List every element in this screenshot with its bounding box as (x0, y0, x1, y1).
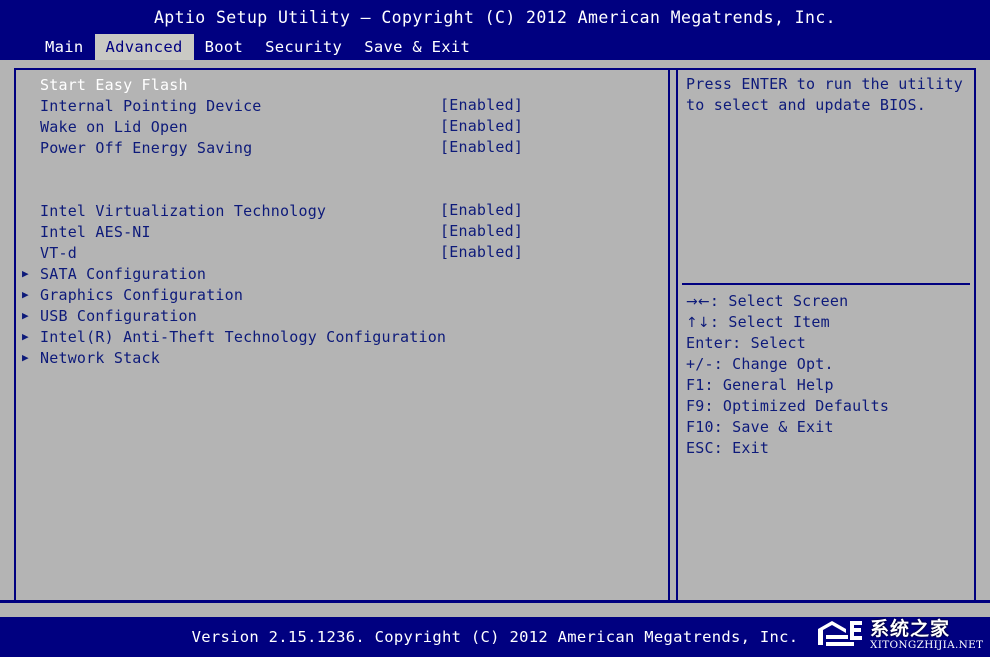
settings-row-label: Intel AES-NI (40, 222, 151, 241)
arrow-keys-icon: ↑↓ (686, 315, 710, 331)
settings-row-label: Intel Virtualization Technology (40, 201, 327, 220)
key-legend-text: F9: Optimized Defaults (686, 397, 890, 415)
settings-row-label: VT-d (40, 243, 77, 262)
key-legend-line: ESC: Exit (686, 438, 970, 459)
footer-bar: Version 2.15.1236. Copyright (C) 2012 Am… (0, 617, 990, 657)
key-legend-text: ESC: Exit (686, 439, 770, 457)
key-legend-line: F10: Save & Exit (686, 417, 970, 438)
settings-row[interactable]: Start Easy Flash (22, 74, 662, 95)
pane-divider-right (676, 68, 678, 613)
arrow-keys-icon: →← (686, 294, 710, 310)
settings-row-label: Power Off Energy Saving (40, 138, 253, 157)
submenu-arrow-icon: ▶ (22, 288, 29, 301)
key-legend-line: →←: Select Screen (686, 291, 970, 312)
settings-row-label: Network Stack (40, 348, 160, 367)
settings-row-value[interactable]: [Enabled] (440, 137, 523, 158)
settings-row-value[interactable]: [Enabled] (440, 242, 523, 263)
key-legend-line: +/-: Change Opt. (686, 354, 970, 375)
key-legend-text: F1: General Help (686, 376, 834, 394)
key-legend-text: +/-: Change Opt. (686, 355, 834, 373)
submenu-arrow-icon: ▶ (22, 309, 29, 322)
settings-row[interactable]: Intel AES-NI [Enabled] (22, 221, 662, 242)
settings-row[interactable]: ▶ Graphics Configuration (22, 284, 662, 305)
key-legend-line: Enter: Select (686, 333, 970, 354)
key-legend-text: : Select Item (709, 313, 830, 331)
submenu-arrow-icon: ▶ (22, 267, 29, 280)
tab-label: Boot (204, 38, 244, 56)
settings-row-label: Internal Pointing Device (40, 96, 262, 115)
menu-bar: Main Advanced Boot Security Save & Exit (0, 34, 990, 60)
bottom-gray-strip (0, 603, 990, 617)
settings-row-value[interactable]: [Enabled] (440, 95, 523, 116)
key-legend-line: ↑↓: Select Item (686, 312, 970, 333)
key-legend-text: : Select Screen (709, 292, 849, 310)
settings-row[interactable]: ▶ Intel(R) Anti-Theft Technology Configur… (22, 326, 662, 347)
settings-row[interactable]: ▶ SATA Configuration (22, 263, 662, 284)
settings-row[interactable]: Power Off Energy Saving [Enabled] (22, 137, 662, 158)
settings-row-label: USB Configuration (40, 306, 197, 325)
settings-row-value[interactable]: [Enabled] (440, 116, 523, 137)
tab-label: Security (265, 38, 343, 56)
title-bar: Aptio Setup Utility – Copyright (C) 2012… (0, 0, 990, 34)
tab-security[interactable]: Security (254, 34, 353, 60)
settings-row-value[interactable]: [Enabled] (440, 200, 523, 221)
settings-row[interactable]: ▶ Network Stack (22, 347, 662, 368)
version-text: Version 2.15.1236. Copyright (C) 2012 Am… (191, 628, 799, 646)
bios-setup-screen: Aptio Setup Utility – Copyright (C) 2012… (0, 0, 990, 657)
help-text-line: to select and update BIOS. (686, 96, 926, 114)
key-legend: →←: Select Screen ↑↓: Select Item Enter: S… (686, 291, 970, 459)
settings-spacer (22, 179, 662, 200)
settings-list: Start Easy Flash Internal Pointing Device… (22, 74, 662, 368)
key-legend-text: Enter: Select (686, 334, 806, 352)
settings-row[interactable]: Intel Virtualization Technology [Enabled] (22, 200, 662, 221)
tab-label: Main (45, 38, 84, 56)
settings-row-label: Wake on Lid Open (40, 117, 188, 136)
settings-row[interactable]: Internal Pointing Device [Enabled] (22, 95, 662, 116)
help-separator (682, 283, 970, 285)
submenu-arrow-icon: ▶ (22, 351, 29, 364)
settings-row-label: SATA Configuration (40, 264, 207, 283)
tab-main[interactable]: Main (34, 34, 95, 60)
help-panel: Press ENTER to run the utility to select … (686, 74, 970, 116)
pane-divider-left (668, 68, 670, 613)
settings-row-label: Intel(R) Anti-Theft Technology Configura… (40, 327, 447, 346)
page-title: Aptio Setup Utility – Copyright (C) 2012… (153, 7, 837, 27)
tab-save-exit[interactable]: Save & Exit (353, 34, 481, 60)
settings-spacer (22, 158, 662, 179)
key-legend-line: F1: General Help (686, 375, 970, 396)
settings-row-label: Start Easy Flash (40, 75, 188, 94)
help-text-line: Press ENTER to run the utility (686, 75, 963, 93)
tab-label: Advanced (105, 38, 183, 56)
key-legend-line: F9: Optimized Defaults (686, 396, 970, 417)
key-legend-text: F10: Save & Exit (686, 418, 834, 436)
settings-row-label: Graphics Configuration (40, 285, 244, 304)
settings-row-value[interactable]: [Enabled] (440, 221, 523, 242)
tab-label: Save & Exit (364, 38, 471, 56)
submenu-arrow-icon: ▶ (22, 330, 29, 343)
main-body: Start Easy Flash Internal Pointing Device… (0, 66, 990, 613)
settings-row[interactable]: VT-d [Enabled] (22, 242, 662, 263)
settings-row[interactable]: Wake on Lid Open [Enabled] (22, 116, 662, 137)
settings-row[interactable]: ▶ USB Configuration (22, 305, 662, 326)
tab-advanced[interactable]: Advanced (94, 34, 194, 60)
tab-boot[interactable]: Boot (194, 34, 255, 60)
